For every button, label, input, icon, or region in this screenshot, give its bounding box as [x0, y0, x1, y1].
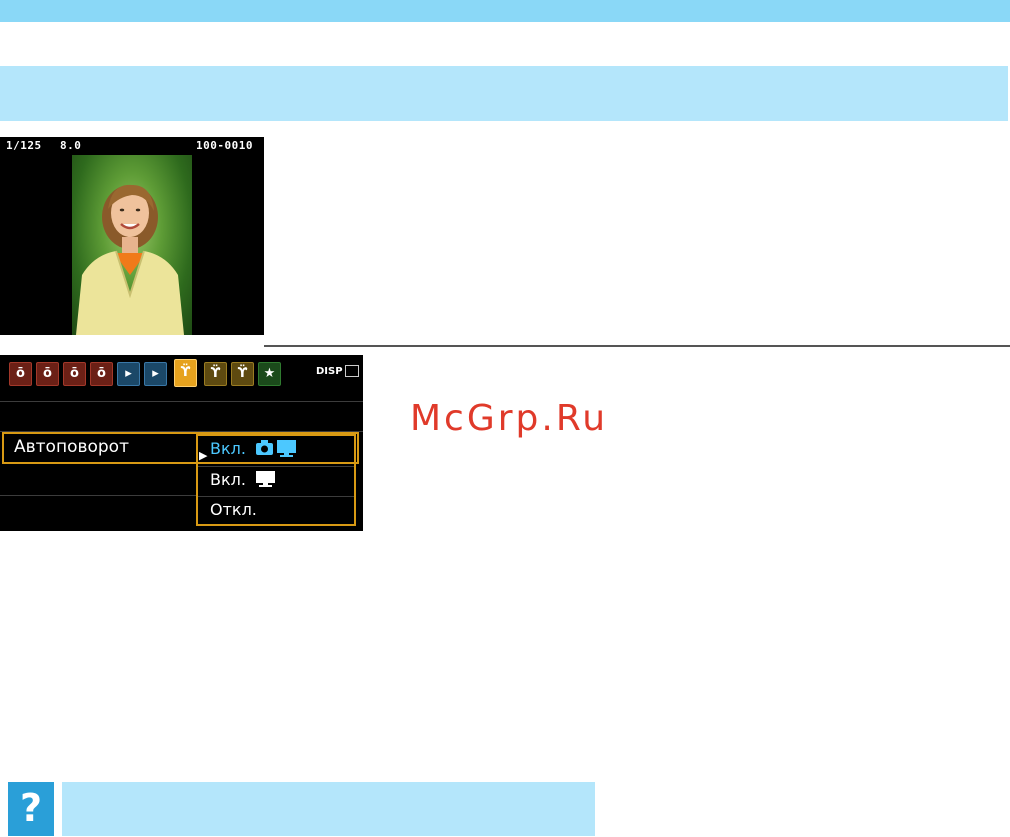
shooting-tab-4-icon[interactable]: ō	[90, 362, 113, 386]
playback-tab-2-icon[interactable]: ▸	[144, 362, 167, 386]
option-on-monitor[interactable]: Вкл.	[210, 470, 277, 489]
question-icon: ?	[19, 786, 43, 830]
info-icon	[345, 365, 359, 377]
my-menu-tab-icon[interactable]: ★	[258, 362, 281, 386]
help-box: ?	[8, 782, 54, 836]
auto-rotate-options: ▶ Вкл. Вкл. Откл.	[196, 434, 356, 526]
shooting-tab-3-icon[interactable]: ō	[63, 362, 86, 386]
selection-pointer-icon: ▶	[199, 449, 208, 462]
watermark: McGrp.Ru	[410, 398, 609, 439]
option-separator	[198, 496, 354, 497]
setup-tab-2-icon[interactable]: ϔ	[204, 362, 227, 386]
section-header-band	[0, 66, 1008, 121]
camera-monitor-icon	[256, 440, 297, 457]
shooting-tab-1-icon[interactable]: ō	[9, 362, 32, 386]
option-label: Вкл.	[210, 439, 246, 458]
portrait-photo	[72, 155, 192, 335]
option-label: Откл.	[210, 500, 257, 519]
option-label: Вкл.	[210, 470, 246, 489]
menu-separator	[0, 401, 363, 402]
file-number-readout: 100-0010	[196, 139, 253, 152]
shooting-tab-2-icon[interactable]: ō	[36, 362, 59, 386]
playback-tab-1-icon[interactable]: ▸	[117, 362, 140, 386]
section-divider	[264, 345, 1010, 347]
camera-setup-menu: ō ō ō ō ▸ ▸ ϔ ϔ ϔ ★ DISP Автоповорот ▶ В…	[0, 355, 363, 531]
lcd-playback-screen: 1/125 8.0 100-0010	[0, 137, 264, 335]
option-on-camera-monitor[interactable]: Вкл.	[210, 439, 297, 458]
shutter-speed-readout: 1/125	[6, 139, 42, 152]
auto-rotate-item[interactable]: Автоповорот	[14, 437, 129, 457]
help-header-band	[62, 782, 595, 836]
monitor-icon	[256, 471, 276, 487]
menu-separator	[0, 495, 196, 496]
setup-tab-3-icon[interactable]: ϔ	[231, 362, 254, 386]
setup-tab-1-icon[interactable]: ϔ	[174, 359, 197, 387]
aperture-readout: 8.0	[60, 139, 82, 152]
option-off[interactable]: Откл.	[210, 500, 257, 519]
top-color-band	[0, 0, 1010, 22]
option-separator	[198, 466, 354, 467]
woman-portrait-icon	[76, 184, 184, 335]
disp-label: DISP	[316, 366, 343, 377]
